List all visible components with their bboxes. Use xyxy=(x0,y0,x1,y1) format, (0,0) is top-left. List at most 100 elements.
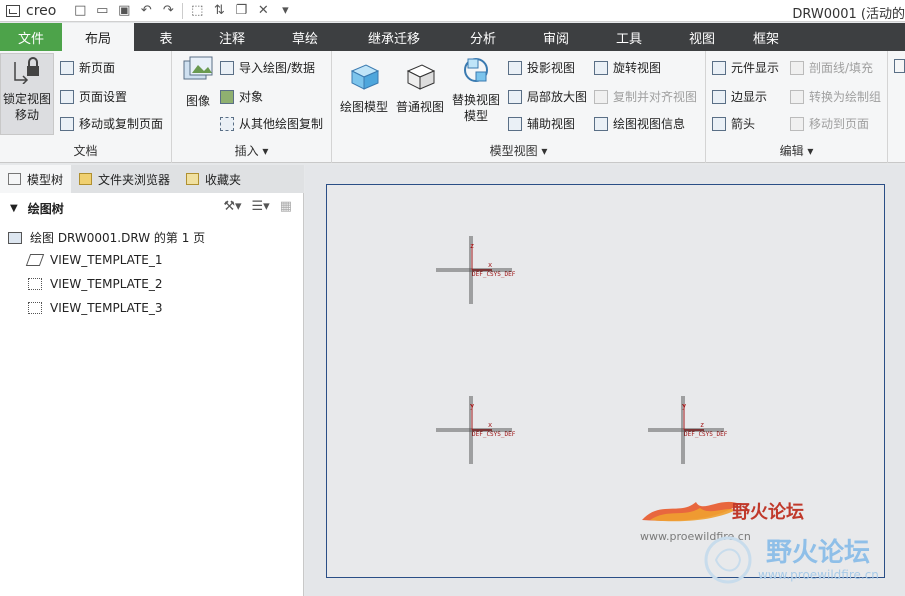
tree-root-item[interactable]: 绘图 DRW0001.DRW 的第 1 页 xyxy=(8,229,205,246)
view-axis-label: y xyxy=(470,402,474,410)
drawing-view-info-button[interactable]: 绘图视图信息 xyxy=(594,115,685,132)
tree-settings-icon[interactable]: ⚒▾ xyxy=(223,199,241,214)
redo-icon[interactable]: ↷ xyxy=(160,3,176,19)
tree-header: ▼ 绘图树 ⚒▾ ☰▾ ▦ xyxy=(0,193,304,223)
copy-from-other-label: 从其他绘图复制 xyxy=(239,117,324,131)
view-template-2[interactable]: y x DEF_CSYS_DEF xyxy=(430,392,520,472)
customize-toolbar-icon[interactable]: ▾ xyxy=(277,3,293,19)
tree-root-label: 绘图 DRW0001.DRW 的第 1 页 xyxy=(30,231,206,245)
copy-align-view-icon xyxy=(594,89,608,104)
detailed-view-label: 局部放大图 xyxy=(527,90,588,104)
import-drawing-button[interactable]: 导入绘图/数据 xyxy=(220,59,315,76)
view-axis-label: y xyxy=(682,402,686,410)
view-template-1[interactable]: z x DEF_CSYS_DEF xyxy=(430,230,520,310)
edit-group-label[interactable]: 编辑 ▾ xyxy=(706,142,887,159)
move-copy-page-label: 移动或复制页面 xyxy=(79,117,164,131)
section-fill-button[interactable]: 剖面线/填充 xyxy=(790,59,873,76)
replace-view-model-button[interactable]: 替换视图模型 xyxy=(448,55,504,124)
object-button[interactable]: 对象 xyxy=(220,88,263,105)
tab-legacy-migration[interactable]: 继承迁移 xyxy=(344,23,444,51)
select-box-icon[interactable]: ⬚ xyxy=(189,3,205,19)
drawing-model-button[interactable]: 绘图模型 xyxy=(336,61,392,115)
import-drawing-icon xyxy=(220,60,234,75)
replace-view-model-icon xyxy=(464,58,488,82)
detailed-view-button[interactable]: 局部放大图 xyxy=(508,88,587,105)
general-view-button[interactable]: 普通视图 xyxy=(392,61,448,115)
object-icon xyxy=(220,89,234,104)
tab-table[interactable]: 表 xyxy=(134,23,198,51)
open-file-icon[interactable]: ▭ xyxy=(94,3,110,19)
general-view-label: 普通视图 xyxy=(395,100,444,114)
windows-icon[interactable]: ❐ xyxy=(233,3,249,19)
rotate-view-button[interactable]: 旋转视图 xyxy=(594,59,661,76)
insert-group-label[interactable]: 插入 ▾ xyxy=(172,142,331,159)
undo-icon[interactable]: ↶ xyxy=(138,3,154,19)
navigator-tabs: 模型树 文件夹浏览器 收藏夹 xyxy=(0,165,304,193)
tree-item-view-template-3[interactable]: VIEW_TEMPLATE_3 xyxy=(28,301,162,315)
copy-from-other-icon xyxy=(220,116,234,131)
model-tree-panel: ▼ 绘图树 ⚒▾ ☰▾ ▦ 绘图 DRW0001.DRW 的第 1 页 VIEW… xyxy=(0,193,304,596)
tree-tools: ⚒▾ ☰▾ ▦ xyxy=(223,199,292,214)
copy-align-view-label: 复制并对齐视图 xyxy=(613,90,698,104)
tab-annotate[interactable]: 注释 xyxy=(198,23,266,51)
overflow-icon[interactable] xyxy=(894,59,905,73)
model-view-group-label[interactable]: 模型视图 ▾ xyxy=(332,142,705,159)
object-label: 对象 xyxy=(239,90,264,104)
document-group: 锁定视图移动 新页面 页面设置 移动或复制页面 文档 xyxy=(0,51,172,163)
view-x-label: x xyxy=(488,261,492,269)
edge-display-button[interactable]: 边显示 xyxy=(712,88,767,105)
page-setup-icon xyxy=(60,89,74,104)
page-setup-label: 页面设置 xyxy=(79,90,128,104)
image-button[interactable]: 图像 xyxy=(176,55,220,109)
new-page-button[interactable]: 新页面 xyxy=(60,59,115,76)
move-copy-page-button[interactable]: 移动或复制页面 xyxy=(60,115,163,132)
tree-item-label: VIEW_TEMPLATE_3 xyxy=(50,301,163,315)
tab-model-tree[interactable]: 模型树 xyxy=(0,165,72,193)
save-icon[interactable]: ▣ xyxy=(116,3,132,19)
rotate-view-label: 旋转视图 xyxy=(613,61,662,75)
window-menu-icon[interactable] xyxy=(6,4,20,17)
tab-framework[interactable]: 框架 xyxy=(736,23,796,51)
copy-from-other-drawing-button[interactable]: 从其他绘图复制 xyxy=(220,115,323,132)
section-fill-label: 剖面线/填充 xyxy=(809,61,874,75)
view-x-label: x xyxy=(488,421,492,429)
auxiliary-view-button[interactable]: 辅助视图 xyxy=(508,115,575,132)
component-display-button[interactable]: 元件显示 xyxy=(712,59,779,76)
edge-display-icon xyxy=(712,89,726,104)
tab-analysis[interactable]: 分析 xyxy=(444,23,522,51)
tab-view[interactable]: 视图 xyxy=(668,23,736,51)
regenerate-icon[interactable]: ⇅ xyxy=(211,3,227,19)
tab-layout[interactable]: 布局 xyxy=(62,23,134,51)
new-file-icon[interactable]: □ xyxy=(72,3,88,19)
tab-favorites[interactable]: 收藏夹 xyxy=(178,165,249,193)
projection-view-button[interactable]: 投影视图 xyxy=(508,59,575,76)
tree-item-view-template-1[interactable]: VIEW_TEMPLATE_1 xyxy=(25,253,162,267)
favorites-label: 收藏夹 xyxy=(205,172,242,187)
copy-align-view-button[interactable]: 复制并对齐视图 xyxy=(594,88,697,105)
page-setup-button[interactable]: 页面设置 xyxy=(60,88,127,105)
tab-review[interactable]: 审阅 xyxy=(522,23,590,51)
view-template-3[interactable]: y z DEF_CSYS_DEF xyxy=(642,392,732,472)
convert-icon xyxy=(790,89,804,104)
arrow-button[interactable]: 箭头 xyxy=(712,115,755,132)
move-to-page-button[interactable]: 移动到页面 xyxy=(790,115,869,132)
insert-group: 图像 导入绘图/数据 对象 从其他绘图复制 插入 ▾ xyxy=(172,51,332,163)
collapse-arrow-icon[interactable]: ▼ xyxy=(10,203,18,214)
tab-file[interactable]: 文件 xyxy=(0,23,62,51)
move-to-page-icon xyxy=(790,116,804,131)
tab-sketch[interactable]: 草绘 xyxy=(266,23,344,51)
general-view-icon xyxy=(406,64,436,90)
close-window-icon[interactable]: ✕ xyxy=(255,3,271,19)
convert-to-drawing-group-button[interactable]: 转换为绘制组 xyxy=(790,88,881,105)
tab-tools[interactable]: 工具 xyxy=(590,23,668,51)
tree-filter-icon[interactable]: ☰▾ xyxy=(252,199,270,214)
model-view-group-text: 模型视图 xyxy=(489,144,538,158)
tree-columns-icon[interactable]: ▦ xyxy=(280,199,292,214)
tab-folder-browser[interactable]: 文件夹浏览器 xyxy=(71,165,178,193)
convert-label: 转换为绘制组 xyxy=(809,90,882,104)
lock-view-move-button[interactable]: 锁定视图移动 xyxy=(0,53,54,135)
lock-icon xyxy=(14,57,39,85)
image-icon xyxy=(183,56,213,80)
tree-item-view-template-2[interactable]: VIEW_TEMPLATE_2 xyxy=(28,277,162,291)
lock-view-label: 锁定视图移动 xyxy=(2,92,51,122)
